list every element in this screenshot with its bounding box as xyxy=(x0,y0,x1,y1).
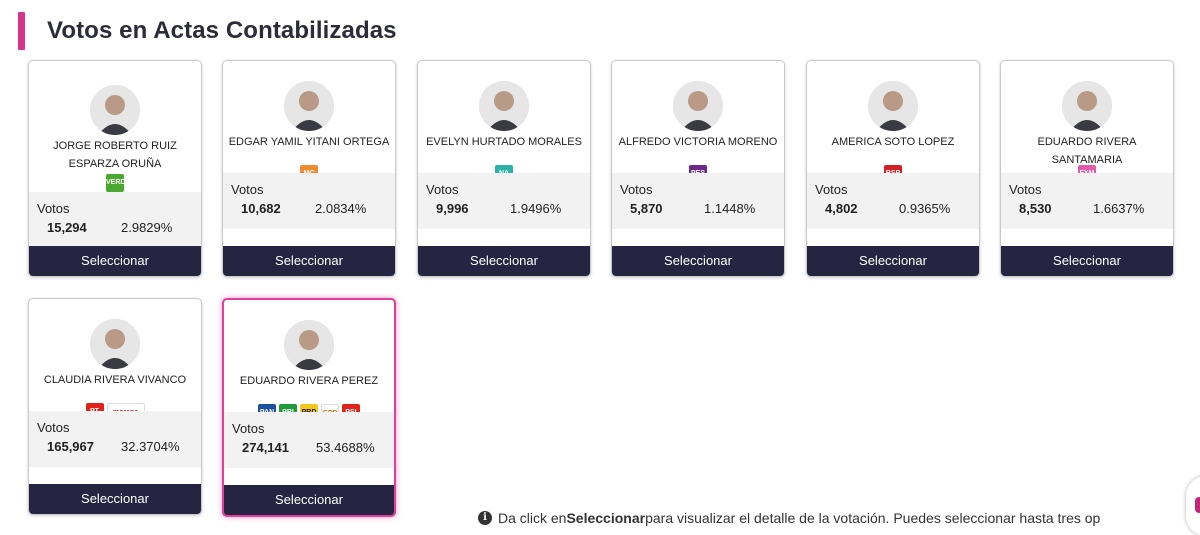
title-accent-bar xyxy=(18,12,25,50)
info-icon: i xyxy=(478,511,492,525)
select-button[interactable]: Seleccionar xyxy=(29,484,201,514)
votes-percent: 2.9829% xyxy=(121,220,173,235)
candidate-card[interactable]: ALFREDO VICTORIA MORENOPESVotos5,8701.14… xyxy=(611,60,785,277)
candidate-card[interactable]: JORGE ROBERTO RUIZ ESPARZA ORUÑAVERDEVot… xyxy=(28,60,202,277)
votes-label: Votos xyxy=(232,421,265,436)
votes-panel: Votos 5,870 1.1448% xyxy=(612,173,784,229)
select-button[interactable]: Seleccionar xyxy=(29,246,201,276)
votes-panel: Votos 9,996 1.9496% xyxy=(418,173,590,229)
votes-label: Votos xyxy=(620,182,653,197)
candidate-photo xyxy=(90,319,140,369)
select-button[interactable]: Seleccionar xyxy=(223,246,395,276)
page-title: Votos en Actas Contabilizadas xyxy=(47,17,397,44)
votes-label: Votos xyxy=(231,182,264,197)
votes-panel: Votos 274,141 53.4688% xyxy=(224,412,394,468)
select-button[interactable]: Seleccionar xyxy=(807,246,979,276)
votes-count: 9,996 xyxy=(436,201,469,216)
votes-percent: 2.0834% xyxy=(315,201,367,216)
green-party-logo: VERDE xyxy=(106,174,124,192)
votes-label: Votos xyxy=(37,420,70,435)
candidate-card[interactable]: EDGAR YAMIL YITANI ORTEGAMCVotos10,6822.… xyxy=(222,60,396,277)
votes-count: 165,967 xyxy=(47,439,94,454)
candidate-name: JORGE ROBERTO RUIZ ESPARZA ORUÑA xyxy=(53,140,177,170)
votes-panel: Votos 165,967 32.3704% xyxy=(29,411,201,467)
votes-count: 8,530 xyxy=(1019,201,1052,216)
votes-label: Votos xyxy=(815,182,848,197)
candidate-photo xyxy=(284,320,334,370)
votes-count: 10,682 xyxy=(241,201,281,216)
footnote-bold: Seleccionar xyxy=(566,510,646,526)
footnote-prefix: Da click en xyxy=(498,510,567,526)
candidate-name: AMERICA SOTO LOPEZ xyxy=(831,136,955,148)
votes-panel: Votos 15,294 2.9829% xyxy=(29,192,201,248)
votes-count: 274,141 xyxy=(242,440,289,455)
candidate-photo xyxy=(479,81,529,131)
select-button[interactable]: Seleccionar xyxy=(612,246,784,276)
candidate-name: CLAUDIA RIVERA VIVANCO xyxy=(43,374,187,386)
votes-label: Votos xyxy=(1009,182,1042,197)
votes-percent: 1.6637% xyxy=(1093,201,1145,216)
votes-count: 15,294 xyxy=(47,220,87,235)
candidate-card[interactable]: EDUARDO RIVERA SANTAMARIAFXMVotos8,5301.… xyxy=(1000,60,1174,277)
votes-panel: Votos 4,802 0.9365% xyxy=(807,173,979,229)
select-button[interactable]: Seleccionar xyxy=(418,246,590,276)
candidate-card[interactable]: AMERICA SOTO LOPEZRSPVotos4,8020.9365%Se… xyxy=(806,60,980,277)
votes-count: 5,870 xyxy=(630,201,663,216)
candidate-card[interactable]: EDUARDO RIVERA PEREZPANPRIPRDCPPPSIVotos… xyxy=(222,298,396,517)
candidate-photo xyxy=(90,85,140,135)
votes-percent: 53.4688% xyxy=(316,440,375,455)
votes-percent: 32.3704% xyxy=(121,439,180,454)
party-logos: VERDE xyxy=(29,174,201,192)
candidate-photo xyxy=(868,81,918,131)
select-button[interactable]: Seleccionar xyxy=(1001,246,1173,276)
votes-percent: 1.9496% xyxy=(510,201,562,216)
votes-count: 4,802 xyxy=(825,201,858,216)
candidate-photo xyxy=(284,81,334,131)
votes-percent: 1.1448% xyxy=(704,201,756,216)
candidate-name: EDUARDO RIVERA PEREZ xyxy=(239,375,379,387)
candidate-name: EDUARDO RIVERA SANTAMARIA xyxy=(1037,136,1137,166)
candidate-name: ALFREDO VICTORIA MORENO xyxy=(618,136,778,148)
votes-percent: 0.9365% xyxy=(899,201,951,216)
candidate-photo xyxy=(1062,81,1112,131)
candidate-photo xyxy=(673,81,723,131)
votes-panel: Votos 8,530 1.6637% xyxy=(1001,173,1173,229)
footnote: i Da click en Seleccionar para visualiza… xyxy=(478,510,1100,526)
select-button[interactable]: Seleccionar xyxy=(224,485,394,515)
votes-label: Votos xyxy=(426,182,459,197)
footnote-suffix: para visualizar el detalle de la votació… xyxy=(645,510,1101,526)
votes-label: Votos xyxy=(37,201,70,216)
candidate-name: EDGAR YAMIL YITANI ORTEGA xyxy=(228,136,390,148)
votes-panel: Votos 10,682 2.0834% xyxy=(223,173,395,229)
section-title-bar: Votos en Actas Contabilizadas xyxy=(18,12,397,50)
candidate-card[interactable]: EVELYN HURTADO MORALESNAVotos9,9961.9496… xyxy=(417,60,591,277)
candidate-card[interactable]: CLAUDIA RIVERA VIVANCOPTmorenaVotos165,9… xyxy=(28,298,202,515)
candidate-name: EVELYN HURTADO MORALES xyxy=(426,136,582,148)
floating-help-icon xyxy=(1195,497,1200,513)
